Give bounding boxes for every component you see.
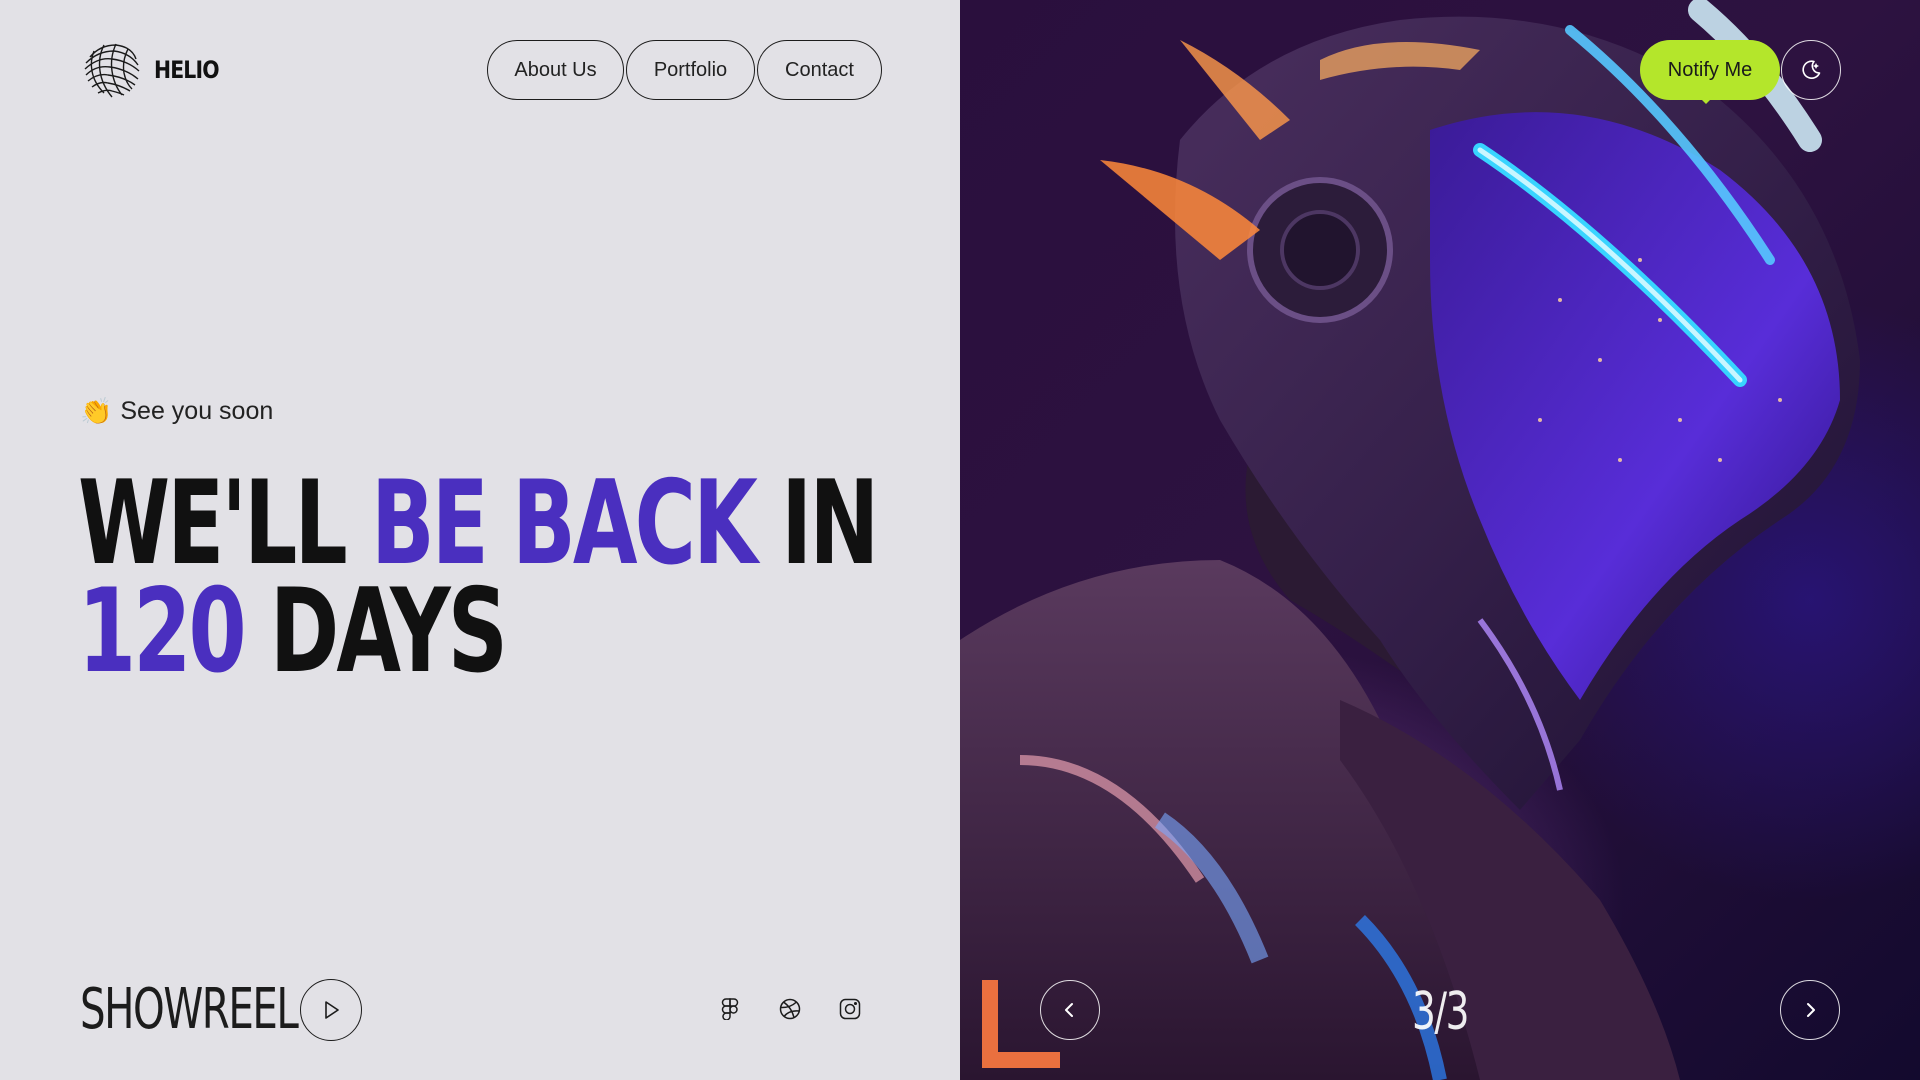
chevron-right-icon <box>1807 1003 1815 1017</box>
headline-text: IN <box>754 456 879 591</box>
nav-contact[interactable]: Contact <box>757 40 882 100</box>
wavy-sphere-icon <box>84 43 140 98</box>
left-panel: HELIO About Us Portfolio Contact 👏 See y… <box>0 0 960 1080</box>
brand-logo[interactable]: HELIO <box>80 39 230 101</box>
figma-link[interactable] <box>712 991 748 1027</box>
instagram-icon <box>839 998 861 1020</box>
headline-line-1: WE'LL BE BACK IN <box>78 466 879 582</box>
theme-toggle-button[interactable] <box>1781 40 1841 100</box>
social-links <box>712 991 868 1027</box>
dribbble-link[interactable] <box>772 991 808 1027</box>
play-icon <box>325 1000 339 1019</box>
slide-counter: 3/3 <box>1412 982 1469 1042</box>
slider-prev-button[interactable] <box>1040 980 1100 1040</box>
nav-portfolio[interactable]: Portfolio <box>626 40 755 100</box>
figma-icon <box>721 998 739 1020</box>
main-nav: About Us Portfolio Contact <box>487 40 882 100</box>
brand-name: HELIO <box>154 56 220 84</box>
chevron-left-icon <box>1065 1003 1073 1017</box>
headline-text: DAYS <box>243 564 508 699</box>
showreel: SHOWREEL <box>80 977 362 1042</box>
tagline-text: See you soon <box>120 397 274 425</box>
moon-icon <box>1802 60 1821 79</box>
showreel-play-button[interactable] <box>300 978 362 1041</box>
notify-button-tip <box>1698 96 1714 104</box>
tagline: 👏 See you soon <box>80 396 273 427</box>
headline-line-2: 120 DAYS <box>78 574 876 690</box>
showreel-label: SHOWREEL <box>80 977 299 1042</box>
page-headline: WE'LL BE BACK IN 120 DAYS <box>78 466 879 690</box>
cyber-helmet-illustration <box>960 0 1860 1080</box>
instagram-link[interactable] <box>832 991 868 1027</box>
clapping-hands-icon: 👏 <box>80 396 113 426</box>
slider-next-button[interactable] <box>1780 980 1840 1040</box>
dribbble-icon <box>779 998 801 1020</box>
nav-about-us[interactable]: About Us <box>487 40 624 100</box>
notify-me-button[interactable]: Notify Me <box>1640 40 1780 100</box>
headline-days-count: 120 <box>78 564 247 699</box>
hero-image-panel <box>960 0 1920 1080</box>
